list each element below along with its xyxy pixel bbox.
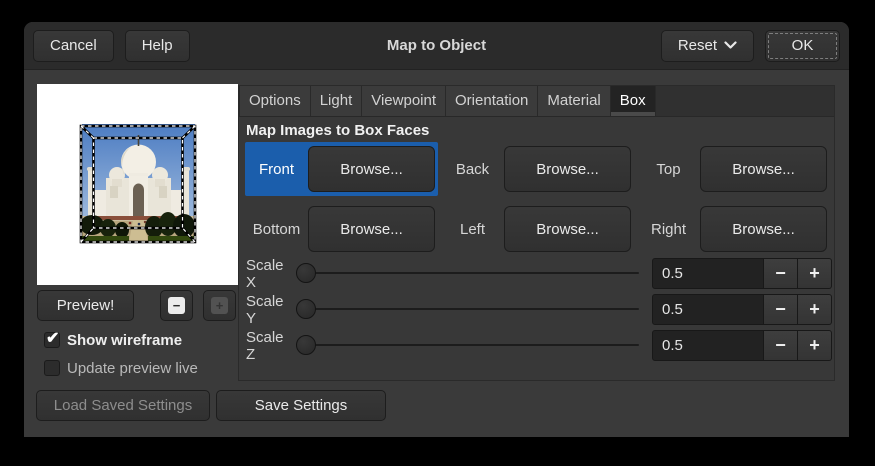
wireframe-box-overlay <box>37 84 238 285</box>
titlebar: Cancel Help Map to Object Reset OK <box>24 22 849 70</box>
faces-row-1: Front Browse... Back Browse... Top Brows… <box>245 142 833 196</box>
zoom-out-icon: − <box>168 297 185 314</box>
face-cell-bottom: Bottom Browse... <box>245 202 438 256</box>
map-to-object-dialog: Cancel Help Map to Object Reset OK <box>24 22 849 437</box>
scale-z-value[interactable]: 0.5 <box>652 330 764 361</box>
tab-material[interactable]: Material <box>538 86 610 116</box>
slider-thumb[interactable] <box>296 299 316 319</box>
zoom-in-icon: + <box>211 297 228 314</box>
scale-z-slider[interactable] <box>294 330 639 361</box>
face-label-bottom: Bottom <box>245 221 308 238</box>
scale-z-row: Scale Z 0.5 − + <box>246 330 832 361</box>
tab-options[interactable]: Options <box>239 86 311 116</box>
scale-x-value[interactable]: 0.5 <box>652 258 764 289</box>
scale-x-row: Scale X 0.5 − + <box>246 258 832 289</box>
browse-back-button[interactable]: Browse... <box>504 146 631 192</box>
preview-area[interactable] <box>37 84 238 285</box>
zoom-in-button[interactable]: + <box>203 290 236 321</box>
face-cell-right: Right Browse... <box>637 202 830 256</box>
zoom-out-button[interactable]: − <box>160 290 193 321</box>
tab-box[interactable]: Box <box>611 86 656 116</box>
scale-x-decrement-button[interactable]: − <box>764 258 798 289</box>
scale-z-spinbox: 0.5 − + <box>652 330 832 361</box>
face-cell-front: Front Browse... <box>245 142 438 196</box>
scale-y-slider[interactable] <box>294 294 639 325</box>
tab-viewpoint[interactable]: Viewpoint <box>362 86 446 116</box>
slider-track <box>296 344 639 346</box>
show-wireframe-checkbox[interactable]: ✔ <box>44 332 60 348</box>
scale-y-value[interactable]: 0.5 <box>652 294 764 325</box>
face-label-left: Left <box>441 221 504 238</box>
slider-thumb[interactable] <box>296 263 316 283</box>
face-label-top: Top <box>637 161 700 178</box>
scale-y-increment-button[interactable]: + <box>798 294 832 325</box>
scale-z-label: Scale Z <box>246 329 294 363</box>
slider-track <box>296 272 639 274</box>
face-cell-top: Top Browse... <box>637 142 830 196</box>
scale-y-row: Scale Y 0.5 − + <box>246 294 832 325</box>
face-cell-left: Left Browse... <box>441 202 634 256</box>
slider-track <box>296 308 639 310</box>
scale-x-increment-button[interactable]: + <box>798 258 832 289</box>
tab-light[interactable]: Light <box>311 86 363 116</box>
face-cell-back: Back Browse... <box>441 142 634 196</box>
faces-row-2: Bottom Browse... Left Browse... Right Br… <box>245 202 833 256</box>
browse-front-button[interactable]: Browse... <box>308 146 435 192</box>
browse-right-button[interactable]: Browse... <box>700 206 827 252</box>
tab-strip: Options Light Viewpoint Orientation Mate… <box>239 86 834 117</box>
checkmark-icon: ✔ <box>46 329 59 348</box>
scale-x-spinbox: 0.5 − + <box>652 258 832 289</box>
browse-left-button[interactable]: Browse... <box>504 206 631 252</box>
update-preview-live-label: Update preview live <box>67 360 198 377</box>
chevron-down-icon <box>724 41 737 50</box>
show-wireframe-label: Show wireframe <box>67 332 182 349</box>
scale-y-spinbox: 0.5 − + <box>652 294 832 325</box>
reset-button[interactable]: Reset <box>661 30 754 62</box>
show-wireframe-checkbox-row: ✔ Show wireframe <box>44 331 182 349</box>
scale-x-slider[interactable] <box>294 258 639 289</box>
scale-x-label: Scale X <box>246 257 294 291</box>
preview-button[interactable]: Preview! <box>37 290 134 321</box>
settings-notebook: Options Light Viewpoint Orientation Mate… <box>238 85 835 381</box>
face-label-front: Front <box>245 161 308 178</box>
browse-bottom-button[interactable]: Browse... <box>308 206 435 252</box>
update-preview-live-checkbox[interactable] <box>44 360 60 376</box>
cancel-button[interactable]: Cancel <box>33 30 114 62</box>
update-preview-live-checkbox-row: Update preview live <box>44 359 198 377</box>
scale-y-label: Scale Y <box>246 293 294 327</box>
scale-y-decrement-button[interactable]: − <box>764 294 798 325</box>
scale-z-increment-button[interactable]: + <box>798 330 832 361</box>
load-saved-settings-button: Load Saved Settings <box>36 390 210 421</box>
face-label-right: Right <box>637 221 700 238</box>
tab-orientation[interactable]: Orientation <box>446 86 538 116</box>
save-settings-button[interactable]: Save Settings <box>216 390 386 421</box>
help-button[interactable]: Help <box>125 30 190 62</box>
slider-thumb[interactable] <box>296 335 316 355</box>
face-label-back: Back <box>441 161 504 178</box>
reset-button-label: Reset <box>678 37 717 54</box>
browse-top-button[interactable]: Browse... <box>700 146 827 192</box>
ok-button[interactable]: OK <box>765 30 840 62</box>
box-panel-heading: Map Images to Box Faces <box>246 122 429 139</box>
scale-z-decrement-button[interactable]: − <box>764 330 798 361</box>
